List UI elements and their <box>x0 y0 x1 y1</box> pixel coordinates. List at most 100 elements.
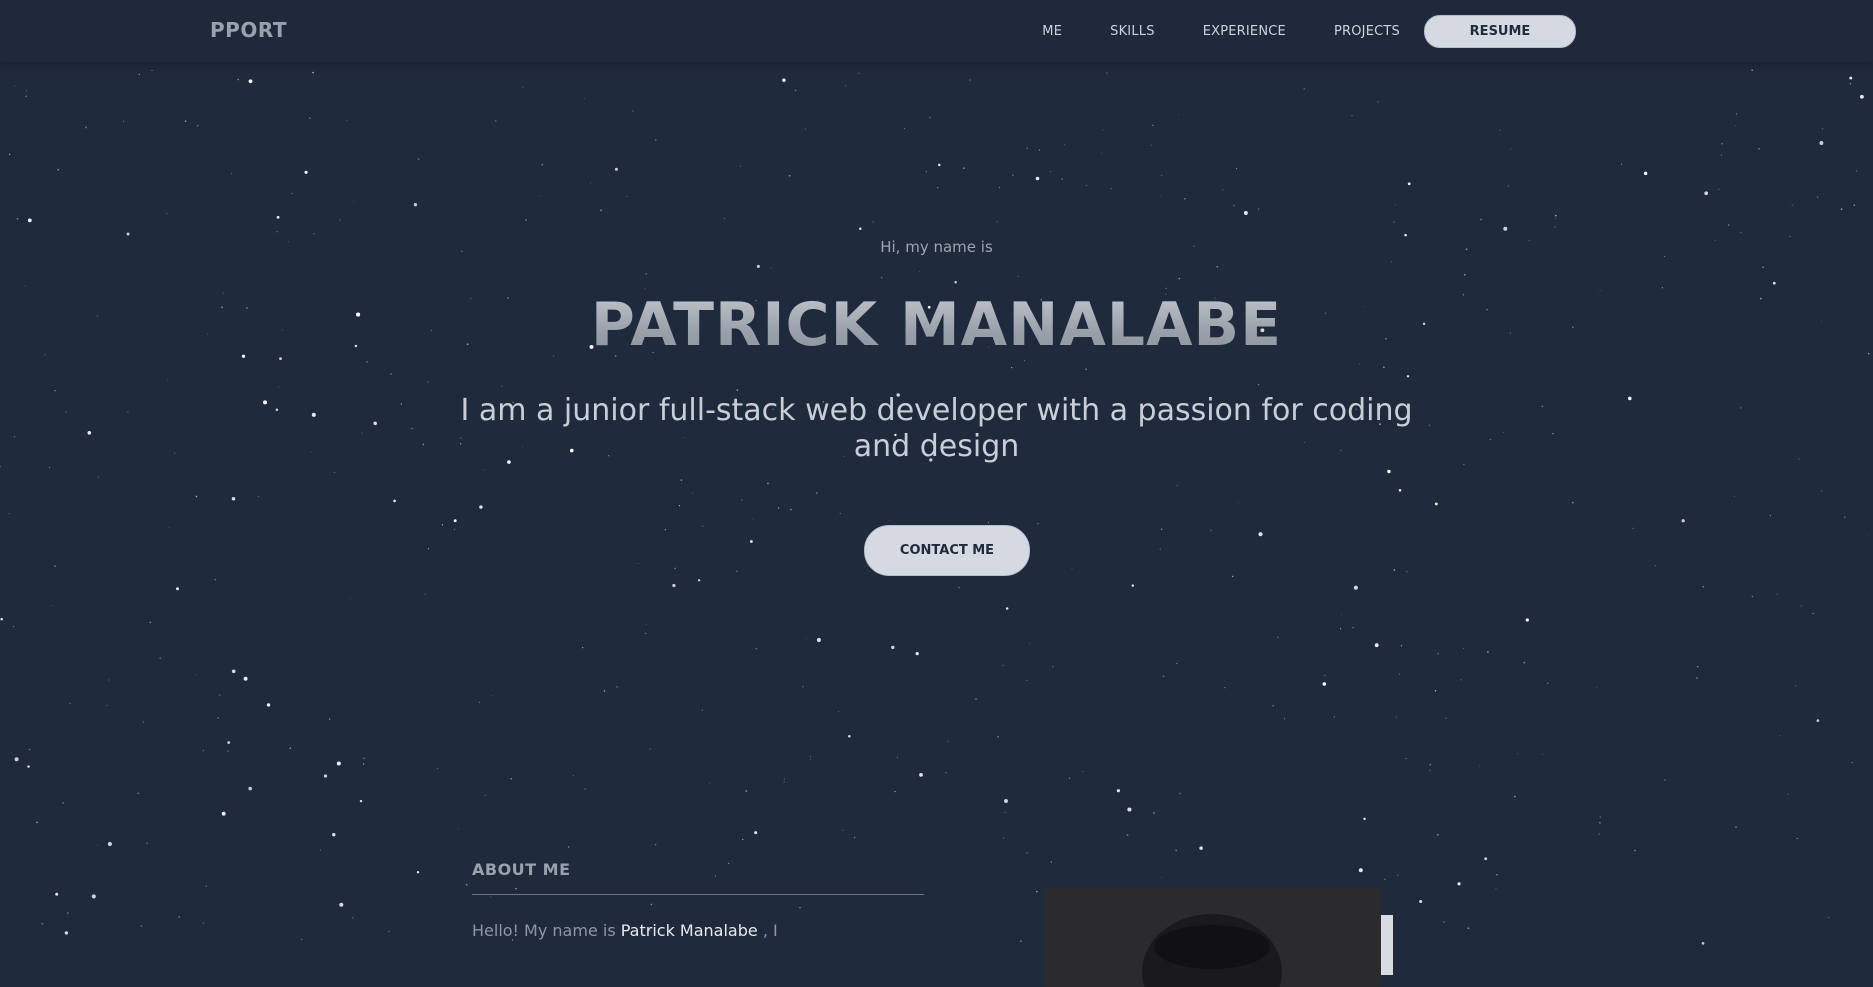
star <box>1160 528 1163 530</box>
star <box>1257 208 1260 210</box>
star <box>388 930 390 933</box>
star <box>138 73 140 76</box>
star <box>741 499 743 501</box>
star <box>291 192 293 194</box>
nav-link-skills[interactable]: SKILLS <box>1110 24 1155 39</box>
star <box>584 788 586 790</box>
star <box>1394 204 1396 206</box>
star <box>1127 807 1132 812</box>
star <box>1480 218 1482 221</box>
star <box>276 215 280 219</box>
star <box>1037 522 1039 525</box>
star <box>1004 799 1008 803</box>
star <box>1405 757 1407 760</box>
star <box>501 385 503 387</box>
star <box>1184 197 1186 200</box>
star <box>859 227 862 230</box>
star <box>441 524 444 526</box>
star <box>1106 72 1108 74</box>
star <box>1026 679 1028 681</box>
star <box>672 583 676 588</box>
star <box>756 264 760 268</box>
star <box>541 163 544 166</box>
star <box>1272 704 1275 707</box>
star <box>1237 501 1239 503</box>
star <box>1429 764 1431 766</box>
star <box>1487 651 1489 653</box>
star <box>1071 568 1073 570</box>
star <box>1840 208 1843 210</box>
star <box>777 507 780 509</box>
star <box>1735 826 1737 828</box>
star <box>573 775 575 777</box>
star <box>1011 366 1013 369</box>
star <box>616 686 618 688</box>
hero-name: PATRICK MANALABE <box>0 290 1873 360</box>
star <box>649 748 651 750</box>
star <box>1161 174 1163 177</box>
star <box>958 586 960 589</box>
star <box>51 605 53 607</box>
star <box>13 436 16 438</box>
star <box>1363 817 1366 821</box>
star <box>98 476 99 478</box>
star <box>810 756 812 758</box>
nav-link-me[interactable]: ME <box>1042 24 1062 39</box>
star <box>24 285 26 287</box>
star <box>1496 873 1498 876</box>
star <box>1772 281 1776 285</box>
star <box>969 79 971 81</box>
star <box>65 411 67 413</box>
star <box>987 522 989 523</box>
star <box>894 790 896 793</box>
star <box>736 570 738 572</box>
star <box>319 849 321 851</box>
star <box>483 469 485 471</box>
star <box>1428 424 1431 426</box>
star <box>929 116 931 119</box>
star <box>13 625 15 628</box>
star <box>702 525 704 527</box>
star <box>248 79 253 84</box>
star <box>25 89 28 92</box>
star <box>1849 83 1852 85</box>
star <box>1049 171 1051 173</box>
star <box>1002 665 1004 666</box>
star <box>539 195 541 197</box>
star <box>1387 469 1391 474</box>
contact-me-button[interactable]: CONTACT ME <box>864 525 1030 576</box>
star <box>362 763 365 765</box>
star <box>799 907 801 909</box>
star <box>339 902 344 907</box>
star <box>202 749 205 752</box>
star <box>422 443 425 446</box>
star <box>25 95 27 97</box>
nav-link-experience[interactable]: EXPERIENCE <box>1203 24 1286 39</box>
star <box>1224 686 1226 689</box>
star <box>453 528 456 530</box>
star <box>1179 792 1182 795</box>
star <box>794 89 797 92</box>
star <box>373 421 377 426</box>
star <box>126 232 130 236</box>
profile-photo-silhouette <box>1044 887 1381 987</box>
star <box>1243 211 1248 215</box>
star <box>352 917 354 919</box>
star <box>1445 717 1447 719</box>
star <box>1159 548 1161 550</box>
resume-button[interactable]: RESUME <box>1424 15 1576 48</box>
about-divider <box>472 894 924 895</box>
star <box>654 139 657 141</box>
star <box>217 717 219 719</box>
star <box>196 124 199 127</box>
star <box>1303 87 1306 90</box>
star <box>1510 148 1512 150</box>
star <box>266 703 271 707</box>
star <box>492 695 493 697</box>
nav-link-projects[interactable]: PROJECTS <box>1334 24 1400 39</box>
brand-logo[interactable]: PPORT <box>210 18 287 42</box>
star <box>1654 565 1656 567</box>
star <box>54 390 56 392</box>
star <box>1383 366 1385 369</box>
star <box>1353 585 1358 590</box>
